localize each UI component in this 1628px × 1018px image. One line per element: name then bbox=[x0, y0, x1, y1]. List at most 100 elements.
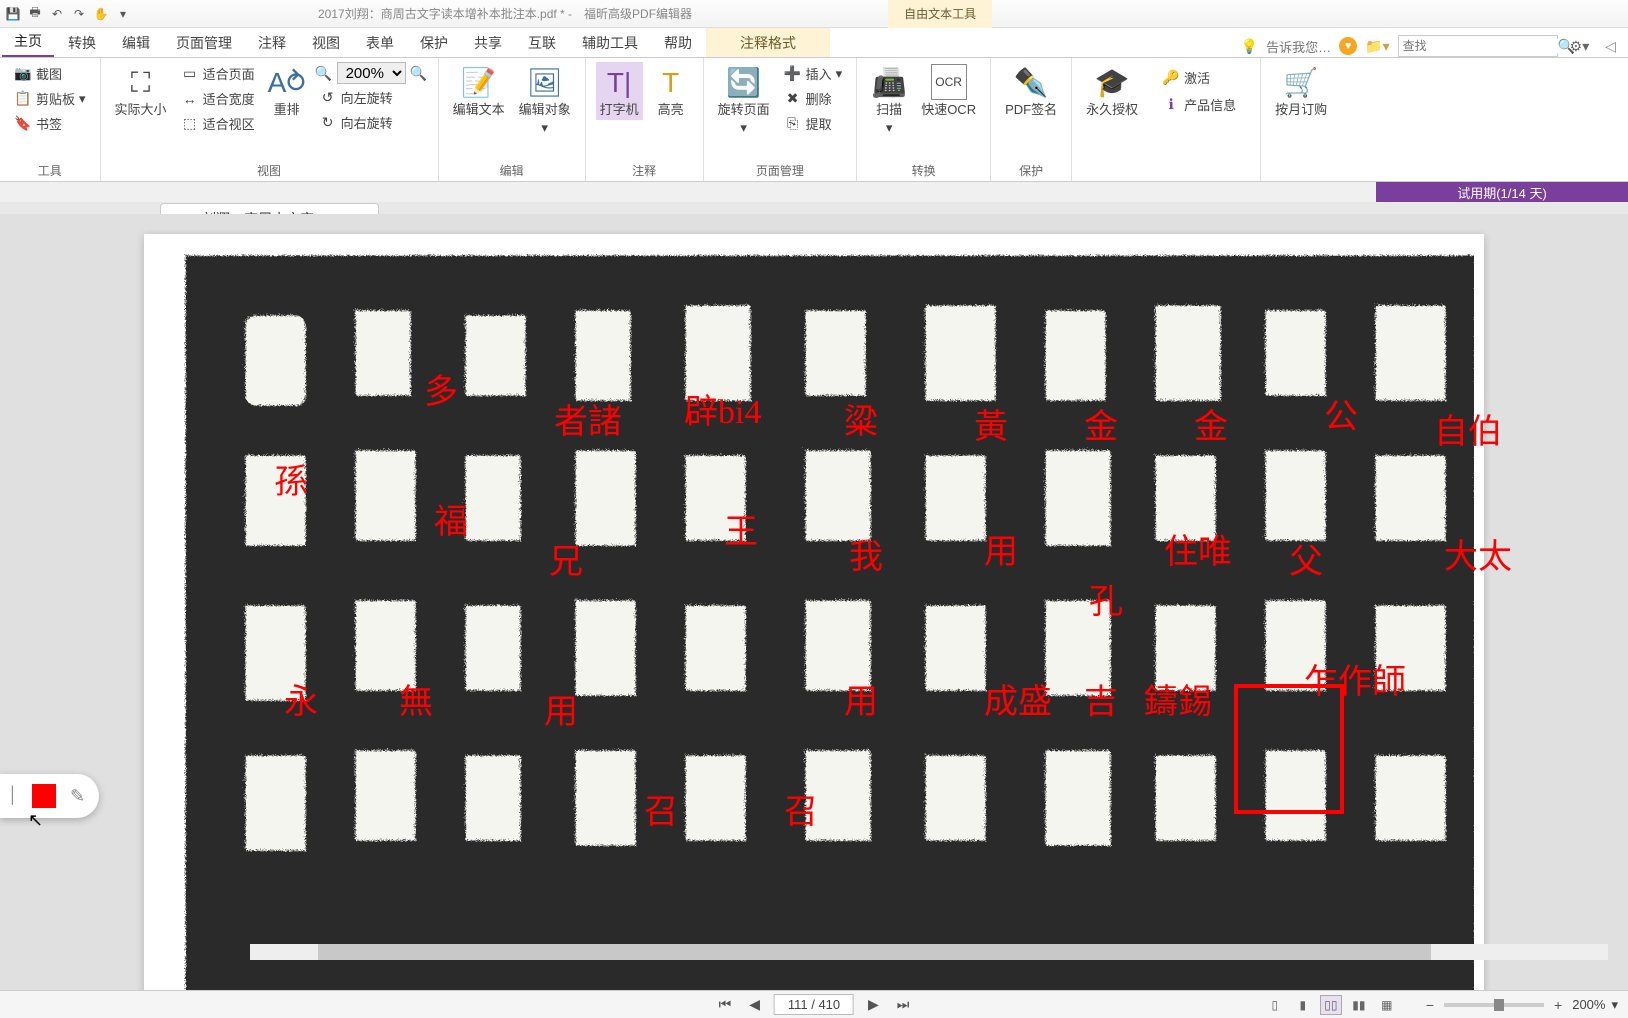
tell-me[interactable]: 告诉我您… bbox=[1266, 37, 1331, 56]
annotation-text[interactable]: 多 bbox=[424, 364, 458, 413]
zoom-dropdown-icon[interactable]: ▾ bbox=[1611, 997, 1618, 1013]
tab-page[interactable]: 页面管理 bbox=[164, 28, 244, 57]
zoom-value[interactable]: 200% bbox=[1572, 997, 1605, 1012]
redo-icon[interactable]: ↷ bbox=[70, 5, 88, 23]
annotation-text[interactable]: 兄 bbox=[549, 534, 583, 583]
view-facing-icon[interactable]: ▯▯ bbox=[1320, 995, 1342, 1015]
annotation-text[interactable]: 用 bbox=[544, 684, 578, 733]
fit-page-button[interactable]: ▭适合页面 bbox=[177, 62, 259, 85]
rotate-page-button[interactable]: 🔄旋转页面▾ bbox=[714, 62, 774, 139]
zoom-select[interactable]: 200% bbox=[337, 62, 406, 84]
search-box[interactable]: 🔍 bbox=[1398, 35, 1558, 57]
pdf-sign-button[interactable]: ✒️PDF签名 bbox=[1001, 62, 1061, 120]
annotation-text[interactable]: 自伯 bbox=[1434, 404, 1502, 453]
tab-aux[interactable]: 辅助工具 bbox=[570, 28, 650, 57]
extract-button[interactable]: ⎘提取 bbox=[780, 112, 847, 135]
scrollbar-thumb[interactable] bbox=[318, 944, 1432, 960]
quick-ocr-button[interactable]: OCR快速OCR bbox=[917, 62, 980, 120]
heart-icon[interactable]: ♥ bbox=[1339, 37, 1357, 55]
view-single-icon[interactable]: ▯ bbox=[1264, 995, 1286, 1015]
hand-icon[interactable]: ✋ bbox=[92, 5, 110, 23]
tab-convert[interactable]: 转换 bbox=[56, 28, 108, 57]
bookmark-button[interactable]: 🔖书签 bbox=[10, 112, 90, 135]
annotation-text[interactable]: 用 bbox=[844, 674, 878, 723]
reflow-button[interactable]: A⥁重排 bbox=[265, 62, 309, 120]
pencil-icon[interactable]: ✎ bbox=[70, 786, 85, 807]
document-viewport[interactable]: 多者諸辟bi4粱黃金金公自伯孫福兄王我用住唯父大太孔永無用用成盛吉鑄錫乍作師召召… bbox=[0, 214, 1628, 990]
actual-size-button[interactable]: ⛶实际大小 bbox=[111, 62, 171, 120]
tab-protect[interactable]: 保护 bbox=[408, 28, 460, 57]
annotation-text[interactable]: 召 bbox=[644, 784, 678, 833]
tab-help[interactable]: 帮助 bbox=[652, 28, 704, 57]
annotation-text[interactable]: 乍作師 bbox=[1304, 654, 1406, 703]
first-page-icon[interactable]: ⏮ bbox=[715, 996, 736, 1013]
product-info-button[interactable]: ℹ产品信息 bbox=[1158, 93, 1240, 116]
next-page-icon[interactable]: ▶ bbox=[864, 996, 883, 1013]
typewriter-button[interactable]: T|打字机 bbox=[596, 62, 643, 120]
edit-object-button[interactable]: 🖼编辑对象▾ bbox=[515, 62, 575, 139]
slider-thumb[interactable] bbox=[1494, 999, 1504, 1011]
prev-page-icon[interactable]: ◀ bbox=[745, 996, 764, 1013]
view-cont-facing-icon[interactable]: ▮▮ bbox=[1348, 995, 1370, 1015]
red-selection-box[interactable] bbox=[1234, 684, 1344, 814]
view-continuous-icon[interactable]: ▮ bbox=[1292, 995, 1314, 1015]
activate-button[interactable]: 🔑激活 bbox=[1158, 66, 1240, 89]
color-tool-popup[interactable]: │ ✎ bbox=[0, 774, 99, 818]
zoom-out-button[interactable]: − bbox=[1422, 997, 1438, 1013]
annotation-text[interactable]: 吉 bbox=[1084, 674, 1118, 723]
rotate-left-button[interactable]: ↺向左旋转 bbox=[315, 86, 428, 109]
annotation-text[interactable]: 孫 bbox=[274, 454, 308, 503]
annotation-text[interactable]: 者諸 bbox=[554, 394, 622, 443]
monthly-button[interactable]: 🛒按月订购 bbox=[1271, 62, 1331, 120]
zoom-slider[interactable] bbox=[1444, 1003, 1544, 1007]
trial-bar[interactable]: 试用期(1/14 天) bbox=[1376, 182, 1628, 202]
tab-comment-format[interactable]: 注释格式 bbox=[706, 28, 830, 57]
tab-comment[interactable]: 注释 bbox=[246, 28, 298, 57]
annotation-text[interactable]: 召 bbox=[784, 784, 818, 833]
folder-icon[interactable]: 📁▾ bbox=[1365, 38, 1389, 55]
annotation-text[interactable]: 王 bbox=[724, 504, 758, 553]
edit-text-button[interactable]: 📝编辑文本 bbox=[449, 62, 509, 120]
annotation-text[interactable]: 用 bbox=[984, 524, 1018, 573]
view-thumb-icon[interactable]: ▦ bbox=[1376, 995, 1398, 1015]
snapshot-button[interactable]: 📷截图 bbox=[10, 62, 90, 85]
delete-button[interactable]: ✖删除 bbox=[780, 87, 847, 110]
annotation-text[interactable]: 鑄錫 bbox=[1144, 674, 1212, 723]
annotation-text[interactable]: 住唯 bbox=[1164, 524, 1232, 573]
tab-connect[interactable]: 互联 bbox=[516, 28, 568, 57]
print-icon[interactable]: 🖶 bbox=[26, 5, 44, 23]
horizontal-scrollbar[interactable] bbox=[250, 944, 1608, 960]
annotation-text[interactable]: 孔 bbox=[1089, 574, 1123, 623]
annotation-text[interactable]: 我 bbox=[849, 529, 883, 578]
rotate-right-button[interactable]: ↻向右旋转 bbox=[315, 111, 428, 134]
annotation-text[interactable]: 福 bbox=[434, 494, 468, 543]
gear-icon[interactable]: ⚙▾ bbox=[1566, 38, 1594, 55]
tab-share[interactable]: 共享 bbox=[462, 28, 514, 57]
search-input[interactable] bbox=[1403, 39, 1558, 53]
annotation-text[interactable]: 永 bbox=[284, 674, 318, 723]
fit-width-button[interactable]: ↔适合宽度 bbox=[177, 87, 259, 110]
perm-auth-button[interactable]: 🎓永久授权 bbox=[1082, 62, 1142, 120]
annotation-text[interactable]: 粱 bbox=[844, 394, 878, 443]
save-icon[interactable]: 💾 bbox=[4, 5, 22, 23]
insert-button[interactable]: ➕插入▾ bbox=[780, 62, 847, 85]
annotation-text[interactable]: 成盛 bbox=[984, 674, 1052, 723]
last-page-icon[interactable]: ⏭ bbox=[893, 996, 914, 1013]
annotation-text[interactable]: 辟bi4 bbox=[684, 384, 761, 433]
annotation-text[interactable]: 金 bbox=[1084, 399, 1118, 448]
annotation-text[interactable]: 金 bbox=[1194, 399, 1228, 448]
undo-icon[interactable]: ↶ bbox=[48, 5, 66, 23]
annotation-text[interactable]: 父 bbox=[1289, 534, 1323, 583]
annotation-text[interactable]: 無 bbox=[399, 674, 433, 723]
zoom-in-button[interactable]: + bbox=[1550, 997, 1566, 1013]
tab-home[interactable]: 主页 bbox=[2, 26, 54, 57]
tab-form[interactable]: 表单 bbox=[354, 28, 406, 57]
tab-view[interactable]: 视图 bbox=[300, 28, 352, 57]
scan-button[interactable]: 📠扫描▾ bbox=[867, 62, 911, 139]
annotation-text[interactable]: 公 bbox=[1324, 389, 1358, 438]
annotation-text[interactable]: 大太 bbox=[1444, 529, 1512, 578]
annotation-text[interactable]: 黃 bbox=[974, 399, 1008, 448]
qat-dropdown-icon[interactable]: ▾ bbox=[114, 5, 132, 23]
zoom-out-icon[interactable]: 🔍 bbox=[315, 64, 333, 82]
clipboard-button[interactable]: 📋剪贴板▾ bbox=[10, 87, 90, 110]
